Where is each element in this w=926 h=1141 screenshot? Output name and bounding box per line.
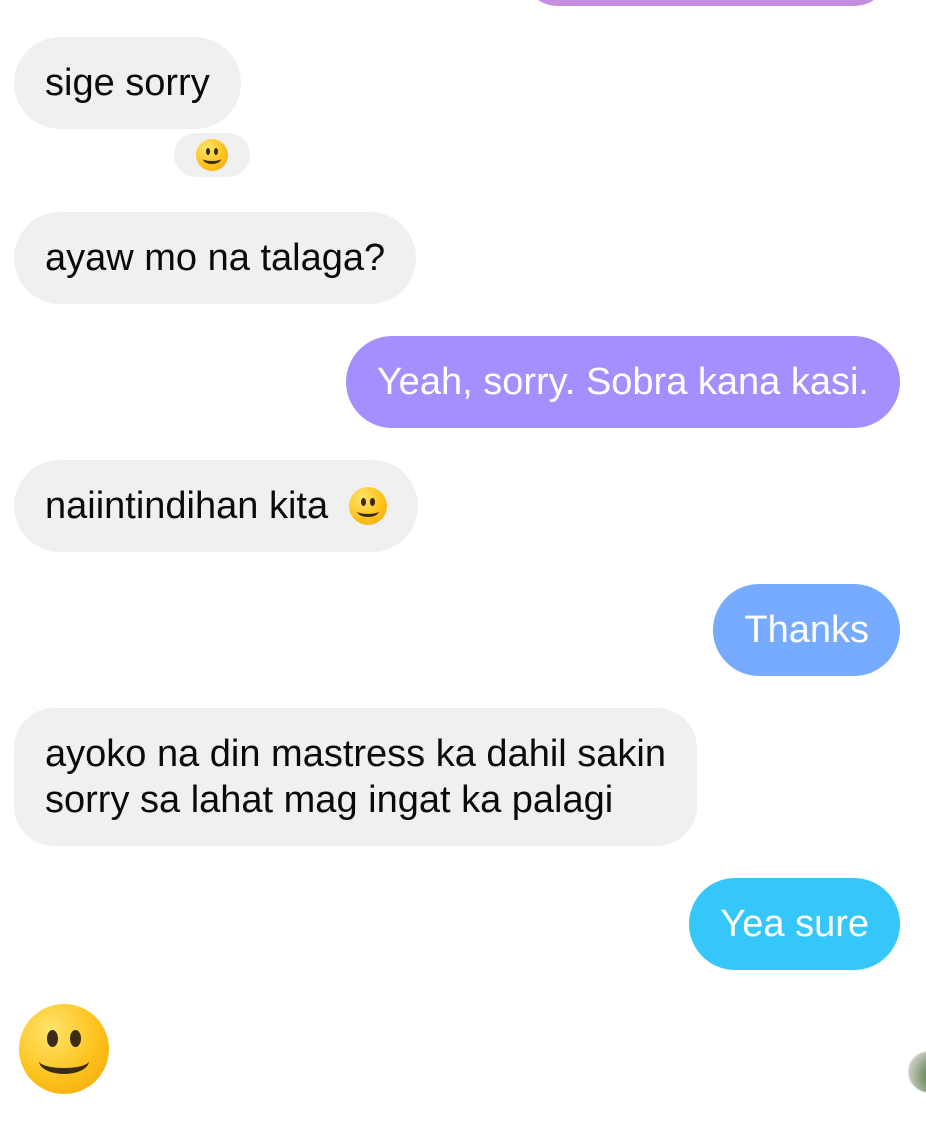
message-bubble-outgoing[interactable]: Thanks — [713, 584, 900, 676]
message-bubble-outgoing[interactable]: Yeah, sorry. Sobra kana kasi. — [345, 336, 900, 428]
emoji-message[interactable] — [19, 1004, 109, 1094]
smiling-face-icon — [196, 139, 228, 171]
message-text-line: sorry sa lahat mag ingat ka palagi — [45, 779, 614, 821]
message-text-line: ayoko na din mastress ka dahil sakin — [45, 733, 666, 775]
message-text: Thanks — [744, 609, 869, 651]
previous-message-bubble[interactable] — [522, 0, 890, 6]
message-bubble-incoming[interactable]: naiintindihan kita — [14, 460, 418, 552]
message-bubble-incoming[interactable]: ayoko na din mastress ka dahil sakin sor… — [14, 708, 697, 846]
message-text: Yea sure — [720, 903, 869, 945]
message-text: sige sorry — [45, 62, 210, 104]
smiling-face-icon — [348, 486, 387, 525]
avatar[interactable] — [908, 1051, 926, 1093]
smiling-face-icon — [19, 1004, 109, 1094]
message-text: ayaw mo na talaga? — [45, 237, 386, 279]
message-reaction[interactable] — [171, 130, 253, 180]
message-text: naiintindihan kita — [45, 485, 329, 527]
message-bubble-outgoing[interactable]: Yea sure — [689, 878, 900, 970]
message-bubble-incoming[interactable]: ayaw mo na talaga? — [14, 212, 417, 304]
message-text: Yeah, sorry. Sobra kana kasi. — [376, 361, 869, 403]
message-bubble-incoming[interactable]: sige sorry — [14, 37, 241, 129]
